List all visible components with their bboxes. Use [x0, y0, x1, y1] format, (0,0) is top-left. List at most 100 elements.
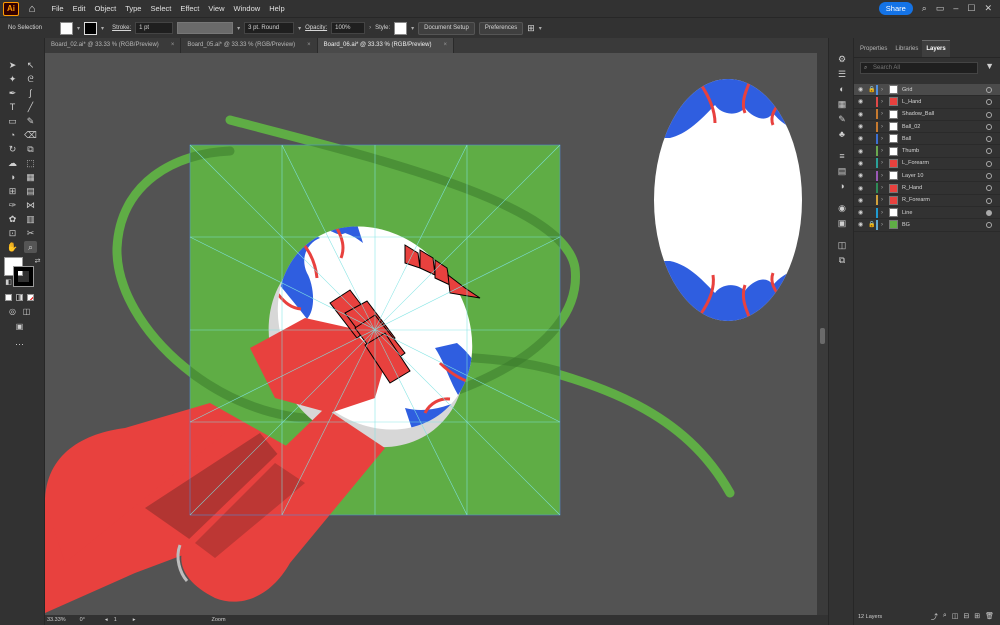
- eye-icon[interactable]: ◉: [858, 185, 868, 192]
- edit-inside-icon[interactable]: ◫: [20, 306, 33, 318]
- eye-icon[interactable]: ◉: [858, 160, 868, 167]
- layer-row[interactable]: ◉ › R_Hand: [854, 182, 1000, 195]
- more-tools-icon[interactable]: ⋯: [13, 338, 26, 350]
- close-icon[interactable]: ✕: [984, 0, 992, 17]
- rotation-field[interactable]: 0°: [80, 617, 85, 623]
- eraser-icon[interactable]: ⌫: [24, 129, 37, 141]
- search-icon[interactable]: ⌕: [943, 612, 947, 622]
- chevron-right-icon[interactable]: ›: [881, 173, 889, 179]
- layer-row[interactable]: ◉ › Line: [854, 207, 1000, 220]
- eye-icon[interactable]: ◉: [858, 98, 868, 105]
- menu-type[interactable]: Type: [121, 0, 146, 17]
- target-icon[interactable]: [986, 123, 992, 130]
- direct-selection-tool-icon[interactable]: ↖: [24, 59, 37, 71]
- layer-row[interactable]: ◉ › Shadow_Ball: [854, 109, 1000, 121]
- artboard-tool-icon[interactable]: ⊡: [6, 227, 19, 239]
- tab-properties[interactable]: Properties: [856, 41, 891, 57]
- preferences-button[interactable]: Preferences: [478, 21, 524, 35]
- graph-tool-icon[interactable]: ▥: [24, 213, 37, 225]
- close-icon[interactable]: ×: [171, 42, 175, 48]
- style-swatch[interactable]: [394, 21, 408, 35]
- new-layer-icon[interactable]: ⊞: [974, 612, 980, 622]
- chevron-right-icon[interactable]: ›: [881, 197, 889, 203]
- chevron-right-icon[interactable]: ›: [881, 99, 889, 105]
- default-colors-icon[interactable]: ◧: [2, 277, 15, 289]
- chevron-right-icon[interactable]: ›: [881, 136, 889, 142]
- eye-icon[interactable]: ◉: [858, 123, 868, 130]
- color-icon[interactable]: ◐: [836, 83, 848, 95]
- draw-mode-icon[interactable]: ◎: [6, 306, 19, 318]
- tab-layers[interactable]: Layers: [922, 40, 950, 57]
- layer-name[interactable]: L_Hand: [902, 99, 921, 105]
- layer-name[interactable]: Shadow_Ball: [902, 111, 934, 117]
- opacity-label[interactable]: Opacity:: [305, 25, 327, 31]
- chevron-right-icon[interactable]: ›: [881, 124, 889, 130]
- eye-icon[interactable]: ◉: [858, 209, 868, 216]
- chevron-down-icon[interactable]: ▾: [77, 25, 80, 32]
- zoom-level[interactable]: 33.33%: [47, 617, 66, 623]
- minimize-icon[interactable]: –: [953, 0, 958, 17]
- properties-icon[interactable]: ⚙: [836, 53, 848, 65]
- menu-window[interactable]: Window: [229, 0, 265, 17]
- lock-icon[interactable]: 🔒: [868, 86, 876, 93]
- document-setup-button[interactable]: Document Setup: [418, 21, 475, 35]
- chevron-down-icon[interactable]: ▾: [298, 25, 301, 32]
- stroke-icon[interactable]: ≡: [836, 150, 848, 162]
- appearance-icon[interactable]: ◉: [836, 202, 848, 214]
- layer-row[interactable]: ◉ › L_Hand: [854, 96, 1000, 109]
- eye-icon[interactable]: ◉: [858, 221, 868, 228]
- chevron-down-icon[interactable]: ▾: [101, 25, 104, 32]
- symbols-icon[interactable]: ♣: [836, 128, 848, 140]
- layer-name[interactable]: Thumb: [902, 148, 919, 154]
- slice-tool-icon[interactable]: ✂: [24, 227, 37, 239]
- blend-tool-icon[interactable]: ⋈: [24, 199, 37, 211]
- target-icon[interactable]: [986, 185, 992, 192]
- stroke-swatch[interactable]: [84, 21, 98, 35]
- share-button[interactable]: Share: [878, 2, 913, 15]
- search-icon[interactable]: ⌕: [922, 0, 927, 17]
- perspective-grid-icon[interactable]: ▦: [24, 171, 37, 183]
- chevron-right-icon[interactable]: ›: [369, 25, 371, 31]
- layer-row[interactable]: ◉ › L_Forearm: [854, 158, 1000, 171]
- chevron-down-icon[interactable]: ▾: [237, 25, 240, 32]
- workspace-icon[interactable]: ▭: [936, 0, 945, 17]
- warp-tool-icon[interactable]: ☁: [6, 157, 19, 169]
- layer-name[interactable]: BG: [902, 222, 910, 228]
- layer-row[interactable]: ◉ 🔒 › BG: [854, 219, 1000, 232]
- swatches-icon[interactable]: ▦: [836, 98, 848, 110]
- close-icon[interactable]: ×: [443, 42, 447, 48]
- chevron-right-icon[interactable]: ›: [881, 160, 889, 166]
- scale-tool-icon[interactable]: ⧉: [24, 143, 37, 155]
- prev-artboard-icon[interactable]: ◂: [105, 617, 108, 623]
- layer-name[interactable]: R_Forearm: [902, 197, 930, 203]
- target-icon[interactable]: [986, 197, 992, 204]
- eyedropper-icon[interactable]: ✑: [6, 199, 19, 211]
- artboard-number[interactable]: 1: [114, 617, 117, 623]
- paintbrush-icon[interactable]: ✎: [24, 115, 37, 127]
- menu-effect[interactable]: Effect: [176, 0, 204, 17]
- none-mode-icon[interactable]: [27, 294, 34, 301]
- transparency-icon[interactable]: ◑: [836, 180, 848, 192]
- target-icon[interactable]: [986, 136, 992, 143]
- gradient-icon[interactable]: ▤: [836, 165, 848, 177]
- chevron-right-icon[interactable]: ›: [881, 87, 889, 93]
- new-sublayer-icon[interactable]: ⊟: [963, 612, 969, 622]
- target-icon[interactable]: [986, 222, 992, 229]
- opacity-field[interactable]: 100%: [331, 22, 366, 34]
- target-icon[interactable]: [986, 209, 992, 216]
- lasso-icon[interactable]: ᘓ: [24, 73, 37, 85]
- maximize-icon[interactable]: ☐: [967, 0, 975, 17]
- curvature-tool-icon[interactable]: ∫: [24, 87, 37, 99]
- delete-icon[interactable]: 🗑: [985, 612, 994, 622]
- menu-view[interactable]: View: [204, 0, 229, 17]
- layers-search-input[interactable]: ⌕ Search All: [860, 62, 978, 74]
- pen-tool-icon[interactable]: ✒: [6, 87, 19, 99]
- arrange-icon[interactable]: ⊞: [527, 23, 535, 34]
- layer-row[interactable]: ◉ 🔒 › Grid: [854, 84, 1000, 97]
- menu-select[interactable]: Select: [146, 0, 176, 17]
- chevron-right-icon[interactable]: ›: [881, 185, 889, 191]
- artboard-canvas[interactable]: [45, 53, 817, 615]
- color-mode-icon[interactable]: [5, 294, 12, 301]
- stroke-color-box[interactable]: [13, 266, 34, 287]
- vertical-scrollbar[interactable]: [817, 53, 828, 615]
